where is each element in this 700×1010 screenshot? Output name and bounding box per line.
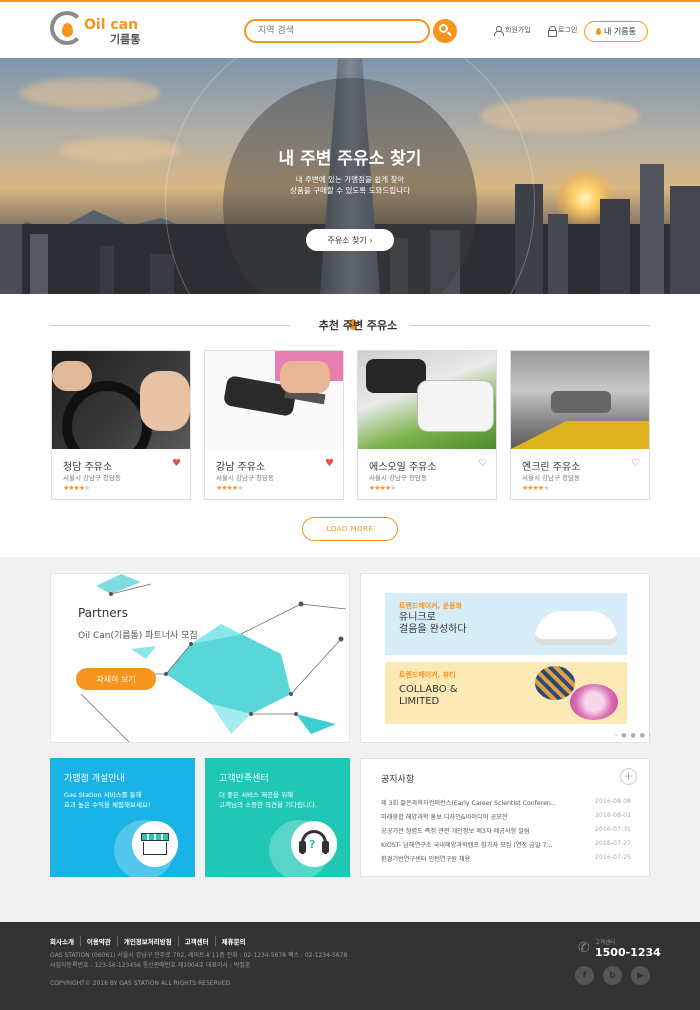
cars-image <box>358 351 496 449</box>
heart-outline-icon[interactable]: ♡ <box>478 458 487 469</box>
rating-stars: ★★★★★ <box>369 484 396 492</box>
station-name: 강남 주유소 <box>216 462 266 473</box>
partners-panel: Partners Oil Can(기름통) 파트너사 모집 자세히 보기 <box>50 573 350 743</box>
rating-stars: ★★★★★ <box>522 484 549 492</box>
hero-subtitle: 내 주변에 있는 가맹점을 쉽게 찾아 상품을 구매할 수 있도록 도와드립니다 <box>290 175 410 195</box>
search-button[interactable] <box>433 19 457 43</box>
station-card[interactable]: 에스오일 주유소 서울시 강남구 청담동 ★★★★★ ♡ <box>357 350 497 500</box>
find-station-button[interactable]: 주유소 찾기 › <box>306 229 394 251</box>
notice-item[interactable]: 공공기관 청렴도 측정 관련 개인정보 제3자 제공사항 알림 2016-07-3… <box>381 826 631 840</box>
rating-stars: ★★★★★ <box>216 484 243 492</box>
ad-banners: 트렌드메이커, 운동화 유니크로 걸음을 완성하다 트렌드메이커, 뷰티 COL… <box>360 573 652 743</box>
compact-image <box>535 666 575 700</box>
company-info: GAS STATION (06061) 서울시 강남구 언주로 702, 레이트… <box>50 952 348 969</box>
logo-subtext: 기름통 <box>110 33 141 46</box>
footer-link-company[interactable]: 회사소개 <box>50 936 80 946</box>
footer-link-terms[interactable]: 이용약관 <box>79 936 117 946</box>
site-header: Oil can 기름통 회원가입 로그인 내 기름통 <box>0 2 700 58</box>
footer-link-support[interactable]: 고객센터 <box>177 936 215 946</box>
oil-drop-icon <box>596 28 601 35</box>
ad-banner-beauty[interactable]: 트렌드메이커, 뷰티 COLLABO & LIMITED <box>385 662 627 724</box>
login-link[interactable]: 로그인 <box>548 25 577 37</box>
site-footer: 회사소개 이용약관 개인정보처리방침 고객센터 제휴문의 GAS STATION… <box>0 922 700 1010</box>
facebook-icon[interactable]: f <box>575 966 594 985</box>
steering-wheel-image <box>52 351 190 449</box>
rating-stars: ★★★★★ <box>63 484 90 492</box>
copyright: COPYRIGHT© 2016 BY GAS STATION ALL RIGHT… <box>50 980 232 987</box>
ad-pager[interactable]: ‹ ● ● ● › <box>615 732 652 739</box>
notice-item[interactable]: 미래융합 해양과학 홍보 디자인&아이디어 공모전 2016-08-02 <box>381 812 631 826</box>
station-card[interactable]: 청담 주유소 서울시 강남구 청담동 ★★★★★ ♥ <box>51 350 191 500</box>
partners-detail-button[interactable]: 자세히 보기 <box>76 668 156 690</box>
footer-link-privacy[interactable]: 개인정보처리방침 <box>116 936 178 946</box>
footer-link-partnership[interactable]: 제휴문의 <box>214 936 252 946</box>
station-card[interactable]: 엔크린 주유소 서울시 강남구 청담동 ★★★★★ ♡ <box>510 350 650 500</box>
station-name: 엔크린 주유소 <box>522 462 581 473</box>
logo[interactable]: Oil can 기름통 <box>50 9 140 51</box>
blog-icon[interactable]: b <box>603 966 622 985</box>
station-address: 서울시 강남구 청담동 <box>369 474 427 482</box>
phone-icon: ✆ <box>578 940 590 956</box>
customer-center-tile[interactable]: 고객만족센터 더 좋은 서비스 제공을 위해 고객님의 소중한 의견을 기다립니… <box>205 758 350 877</box>
search-input[interactable] <box>244 19 430 43</box>
shop-icon <box>132 821 178 867</box>
ad-banner-sneakers[interactable]: 트렌드메이커, 운동화 유니크로 걸음을 완성하다 <box>385 593 627 655</box>
signup-link[interactable]: 회원가입 <box>494 25 531 36</box>
station-address: 서울시 강남구 청담동 <box>63 474 121 482</box>
fuel-nozzle-image <box>205 351 343 449</box>
partners-title: Partners <box>78 606 128 620</box>
notice-list: 제 3회 젊은과학자컨퍼런스(Early Career Scientist Co… <box>381 798 631 868</box>
user-icon <box>494 25 504 36</box>
hero-banner: 내 주변 주유소 찾기 내 주변에 있는 가맹점을 쉽게 찾아 상품을 구매할 … <box>0 58 700 294</box>
notice-item[interactable]: 제 3회 젊은과학자컨퍼런스(Early Career Scientist Co… <box>381 798 631 812</box>
notice-item[interactable]: KIOST- 남해연구소 국내해양과학캠프 참가자 모집 (연장 금일 7...… <box>381 840 631 854</box>
franchise-tile[interactable]: 가맹점 개설안내 Gas Station 서비스를 통해 효과 높은 수익을 체… <box>50 758 195 877</box>
partners-subtitle: Oil Can(기름통) 파트너사 모집 <box>78 631 198 641</box>
notice-title: 공지사항 <box>381 775 415 785</box>
youtube-icon[interactable]: ▶ <box>631 966 650 985</box>
notice-more-button[interactable]: + <box>620 768 637 785</box>
parking-lot-image <box>511 351 649 449</box>
oil-drop-icon <box>62 23 73 37</box>
section-heading: 추천 주변 주유소 <box>50 317 650 333</box>
station-address: 서울시 강남구 청담동 <box>522 474 580 482</box>
cushion-image <box>570 684 618 720</box>
call-center: ✆ 고객센터 1500-1234 <box>578 940 661 959</box>
footer-nav: 회사소개 이용약관 개인정보처리방침 고객센터 제휴문의 <box>50 936 252 946</box>
network-graphic <box>80 574 347 742</box>
sneaker-image <box>535 611 617 645</box>
load-more-button[interactable]: LOAD MORE <box>302 517 398 541</box>
station-address: 서울시 강남구 청담동 <box>216 474 274 482</box>
headset-icon: ? <box>291 821 337 867</box>
heart-outline-icon[interactable]: ♡ <box>631 458 640 469</box>
heart-icon[interactable]: ♥ <box>325 458 334 469</box>
notice-item[interactable]: 환경기반연구센터 인턴연구원 채용 2016-07-25 <box>381 854 631 868</box>
my-oilcan-button[interactable]: 내 기름통 <box>584 21 648 42</box>
station-name: 에스오일 주유소 <box>369 462 437 473</box>
hero-title: 내 주변 주유소 찾기 <box>278 149 422 169</box>
station-name: 청담 주유소 <box>63 462 113 473</box>
station-card[interactable]: 강남 주유소 서울시 강남구 청담동 ★★★★★ ♥ <box>204 350 344 500</box>
lock-icon <box>548 25 557 37</box>
notice-panel: 공지사항 + 제 3회 젊은과학자컨퍼런스(Early Career Scien… <box>360 758 650 877</box>
heart-icon[interactable]: ♥ <box>172 458 181 469</box>
